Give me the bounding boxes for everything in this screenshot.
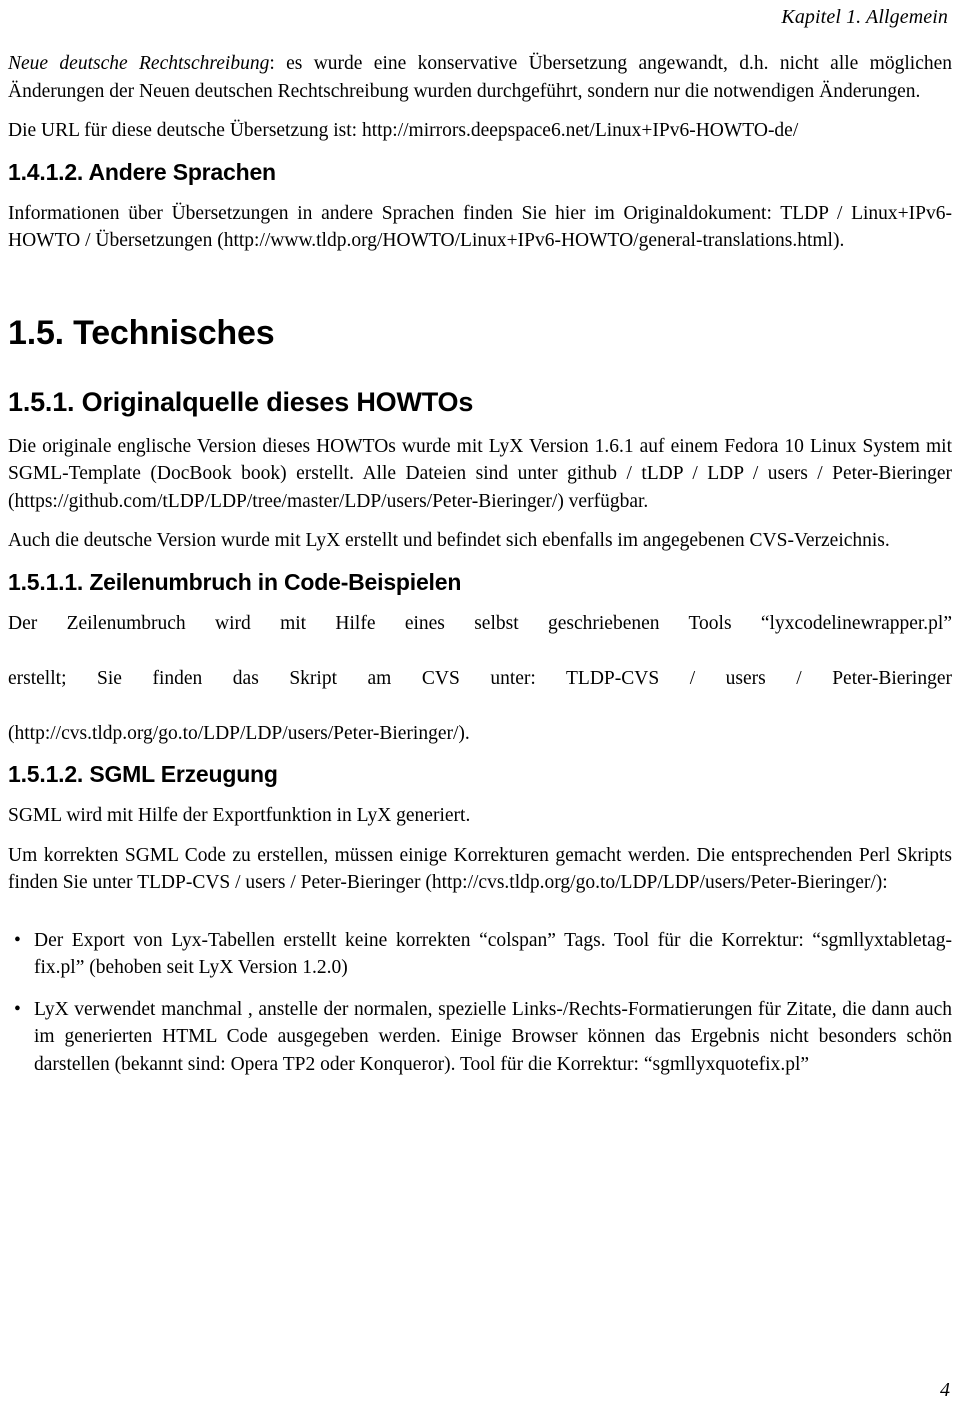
paragraph-zeilenumbruch: Der Zeilenumbruch wird mit Hilfe eines s…: [8, 610, 952, 748]
heading-originalquelle: 1.5.1. Originalquelle dieses HOWTOs: [8, 386, 474, 417]
bullet-icon: •: [14, 998, 21, 1020]
list-item: • Der Export von Lyx-Tabellen erstellt ke…: [8, 927, 952, 982]
paragraph-rechtschreibung: Neue deutsche Rechtschreibung: es wurde …: [8, 50, 952, 105]
bullet-icon: •: [14, 929, 21, 951]
paragraph-zeilenumbruch-line-3: (http://cvs.tldp.org/go.to/LDP/LDP/users…: [8, 722, 470, 744]
paragraph-zeilenumbruch-line-1: Der Zeilenumbruch wird mit Hilfe eines s…: [8, 612, 952, 634]
paragraph-url-uebersetzung: Die URL für diese deutsche Übersetzung i…: [8, 120, 799, 141]
paragraph-sgml-2: Um korrekten SGML Code zu erstellen, müs…: [8, 844, 952, 894]
paragraph-originalquelle-2: Auch die deutsche Version wurde mit LyX …: [8, 530, 890, 551]
paragraph-originalquelle-1: Die originale englische Version dieses H…: [8, 435, 952, 512]
list-item-text: LyX verwendet manchmal , anstelle der no…: [34, 998, 952, 1075]
sgml-correction-list: • Der Export von Lyx-Tabellen erstellt ke…: [8, 927, 952, 1079]
heading-sgml-erzeugung: 1.5.1.2. SGML Erzeugung: [8, 761, 278, 787]
emphasis-neue-deutsche-rechtschreibung: Neue deutsche Rechtschreibung: [8, 53, 270, 74]
heading-technisches: 1.5. Technisches: [8, 313, 275, 352]
document-page: Kapitel 1. Allgemein Neue deutsche Recht…: [0, 0, 960, 1420]
list-item: • LyX verwendet manchmal , anstelle der n…: [8, 996, 952, 1079]
paragraph-andere-sprachen: Informationen über Übersetzungen in ande…: [8, 202, 952, 252]
running-header: Kapitel 1. Allgemein: [781, 6, 948, 28]
page-number: 4: [940, 1379, 950, 1401]
heading-andere-sprachen: 1.4.1.2. Andere Sprachen: [8, 158, 276, 185]
list-item-text: Der Export von Lyx-Tabellen erstellt kei…: [34, 929, 952, 979]
paragraph-zeilenumbruch-line-2: erstellt; Sie finden das Skript am CVS u…: [8, 667, 952, 689]
heading-zeilenumbruch: 1.5.1.1. Zeilenumbruch in Code-Beispiele…: [8, 568, 462, 595]
paragraph-sgml-1: SGML wird mit Hilfe der Exportfunktion i…: [8, 805, 471, 826]
